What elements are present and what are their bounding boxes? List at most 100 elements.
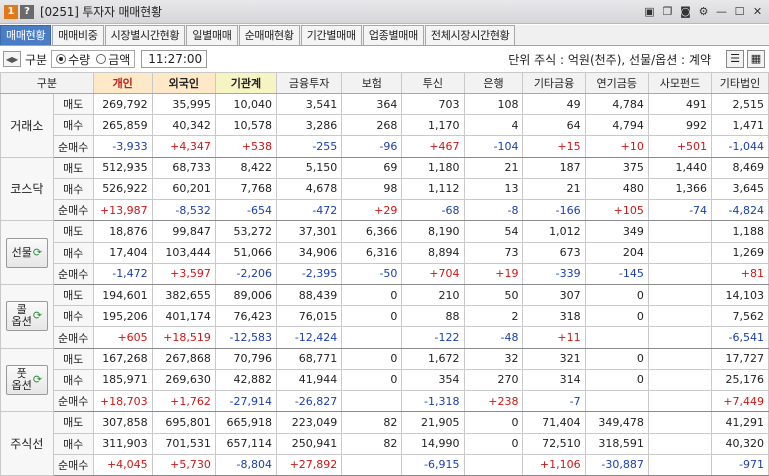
header-foreign[interactable]: 외국인 [151,72,216,94]
category-toggle-button[interactable]: 콜 옵션 ⟳ [5,301,48,332]
tab-market-time[interactable]: 시장별시간현황 [104,25,186,45]
tab-daily[interactable]: 일별매매 [186,25,238,45]
value-cell: 307 [522,283,586,307]
value-cell: -971 [711,453,769,476]
value-cell: 318 [522,305,586,328]
category-cell: 주식선 [0,411,54,476]
value-cell: 1,012 [522,220,586,243]
value-cell: 657,114 [214,432,277,455]
gear-icon[interactable]: ⚙ [696,4,711,19]
window-title: [0251] 투자자 매매현황 [40,5,162,19]
row-type-label: 매도 [52,283,94,307]
value-cell: 21 [463,156,524,179]
unit-text: 단위 주식 : 억원(천주), 선물/옵션 : 계약 [508,53,711,67]
value-cell: 53,272 [214,220,277,243]
value-cell: 13 [463,177,524,201]
row-type-label: 매도 [52,347,94,370]
tab-sector[interactable]: 업종별매매 [362,25,424,45]
value-cell: 1,440 [647,156,713,179]
tab-all-market-time[interactable]: 전체시장시간현황 [424,25,516,45]
value-cell [647,283,713,307]
value-cell: 8,894 [401,241,465,264]
value-cell: -4,824 [711,199,769,222]
value-cell: -472 [275,199,343,222]
value-cell: -1,318 [401,390,465,413]
value-cell: 10,040 [214,92,277,116]
table-row: 순매수 +4,045 +5,730 -8,804 +27,892 -6,915 +1,106… [1,453,769,476]
control-bar: ◀▶ 구분 수량 금액 11:27:00 단위 주식 : 억원(천주), 선물/… [0,47,769,71]
maximize-icon[interactable]: ☐ [732,4,747,19]
header-other-fin[interactable]: 기타금융 [522,72,586,94]
value-cell: 354 [401,368,465,392]
value-cell: +5,730 [151,453,216,476]
row-type-label: 순매수 [52,326,94,349]
grid-view-icon[interactable]: ▦ [747,50,765,68]
header-individual[interactable]: 개인 [92,72,153,94]
value-cell: -8,804 [214,453,277,476]
value-cell: +4,347 [151,135,216,158]
value-cell: 1,180 [401,156,465,179]
header-insurance[interactable]: 보험 [341,72,403,94]
time-input[interactable]: 11:27:00 [141,50,208,68]
value-cell: 0 [341,305,403,328]
value-cell: -166 [522,199,586,222]
value-cell: 167,268 [92,347,153,370]
value-cell: 5,150 [275,156,343,179]
category-toggle-button[interactable]: 선물 ⟳ [5,237,48,268]
category-cell[interactable]: 풋 옵션 ⟳ [0,347,54,413]
tab-trade-status[interactable]: 매매현황 [0,25,52,45]
value-cell: 4 [463,114,524,137]
header-institution[interactable]: 기관계 [214,72,277,94]
screen-number-badge[interactable]: 1 [4,4,18,19]
category-cell[interactable]: 선물 ⟳ [0,220,54,285]
list-view-icon[interactable]: ☰ [726,50,744,68]
prev-next-arrows-icon[interactable]: ◀▶ [3,51,21,67]
value-cell [463,453,524,476]
value-cell: 364 [341,92,403,116]
value-cell: 34,906 [275,241,343,264]
tab-trade-ratio[interactable]: 매매비중 [52,25,104,45]
radio-amount[interactable]: 금액 [96,51,130,68]
value-cell: +105 [584,199,649,222]
value-cell: 25,176 [711,368,769,392]
header-other-corp[interactable]: 기타법인 [711,72,769,94]
tab-net-trade[interactable]: 순매매현황 [238,25,300,45]
category-label: 코스닥 [10,182,44,197]
window-icon[interactable]: ▣ [642,4,657,19]
value-cell: 3,645 [711,177,769,201]
value-cell: 210 [401,283,465,307]
value-cell: +18,519 [151,326,216,349]
category-label: 거래소 [10,118,44,133]
close-icon[interactable]: ✕ [750,4,765,19]
minimize-icon[interactable]: — [714,4,729,19]
value-cell [647,347,713,370]
radio-quantity[interactable]: 수량 [56,51,90,68]
header-pension[interactable]: 연기금등 [584,72,649,94]
value-cell: 8,190 [401,220,465,243]
value-cell: 88 [401,305,465,328]
value-cell: 1,188 [711,220,769,243]
row-type-label: 순매수 [52,262,94,285]
value-cell: +605 [92,326,153,349]
row-type-label: 매수 [52,177,94,201]
value-cell: 40,320 [711,432,769,455]
refresh-icon: ⟳ [32,372,43,386]
tab-bar: 매매현황 매매비중 시장별시간현황 일별매매 순매매현황 기간별매매 업종별매매… [0,25,769,46]
value-cell: 314 [522,368,586,392]
value-cell: 349 [584,220,649,243]
header-private-fund[interactable]: 사모펀드 [647,72,713,94]
value-cell: 17,727 [711,347,769,370]
tab-period[interactable]: 기간별매매 [300,25,362,45]
copy-icon[interactable]: ❐ [660,4,675,19]
value-cell: +19 [463,262,524,285]
value-cell: 673 [522,241,586,264]
value-cell: -6,915 [401,453,465,476]
header-bank[interactable]: 은행 [463,72,524,94]
header-trust[interactable]: 투신 [401,72,465,94]
category-toggle-button[interactable]: 풋 옵션 ⟳ [5,364,48,395]
value-cell: 7,768 [214,177,277,201]
help-icon[interactable]: ? [20,4,34,19]
category-cell[interactable]: 콜 옵션 ⟳ [0,283,54,349]
camera-icon[interactable]: ◙ [678,4,693,19]
header-fin-invest[interactable]: 금융투자 [275,72,343,94]
